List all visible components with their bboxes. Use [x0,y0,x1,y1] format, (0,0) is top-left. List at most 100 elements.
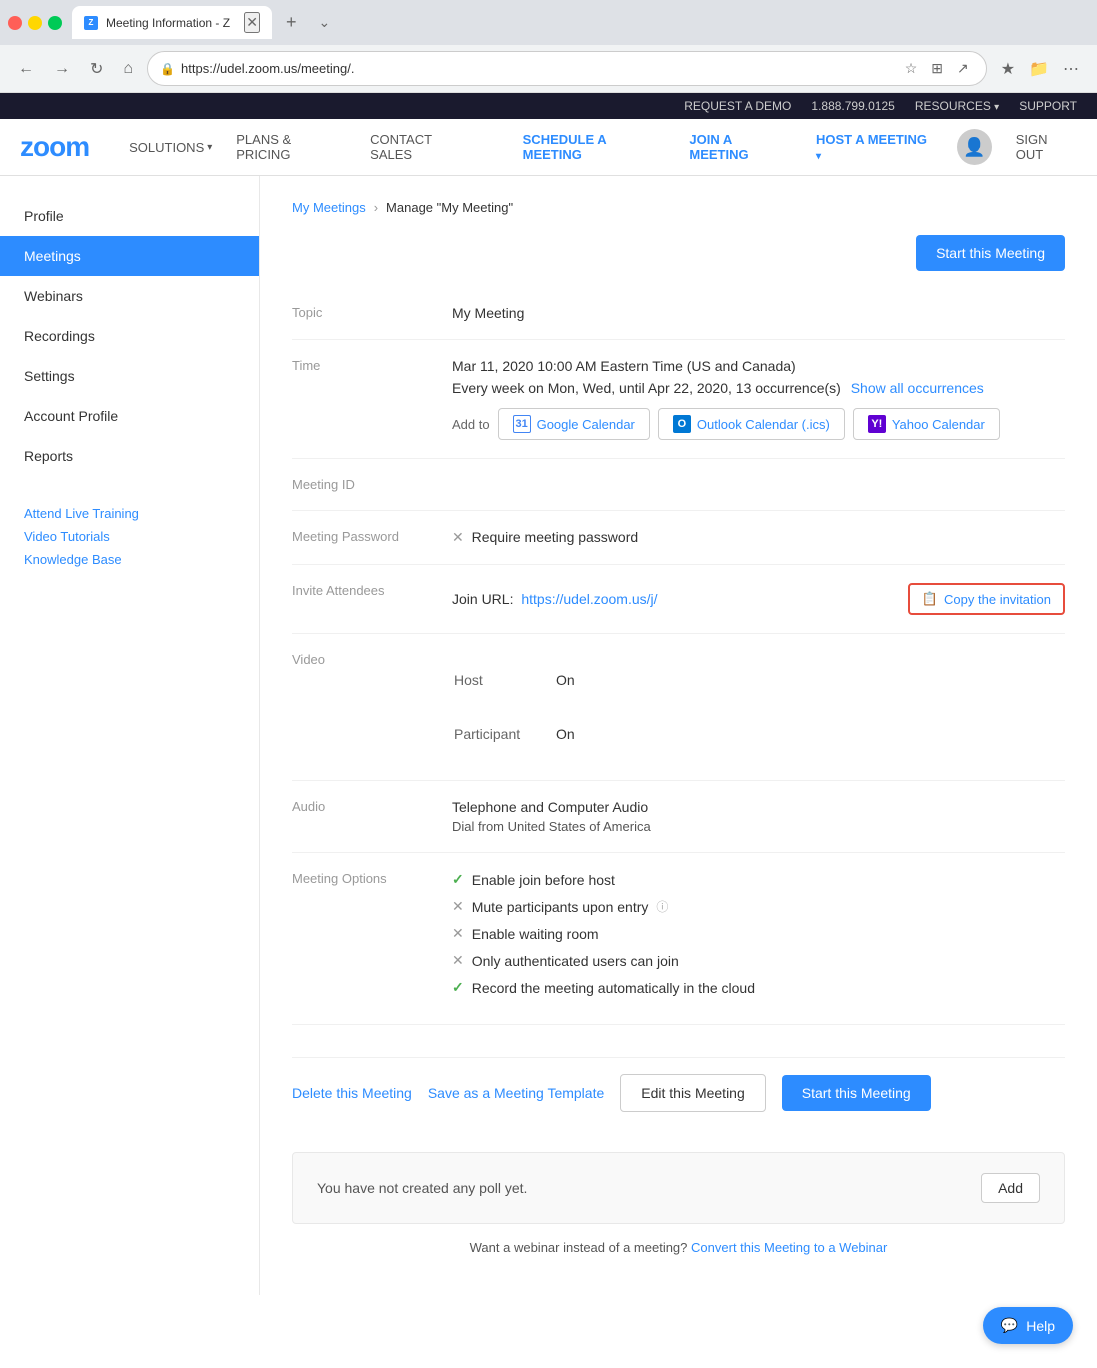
show-all-link[interactable]: Show all [851,380,904,396]
sidebar-item-account-profile[interactable]: Account Profile [0,396,259,436]
forward-button[interactable]: → [48,56,76,82]
help-icon: 💬 [1001,1317,1018,1334]
host-meeting-link[interactable]: HOST A MEETING ▾ [816,132,933,162]
dial-from-text: Dial from United States of America [452,819,1065,834]
outlook-calendar-button[interactable]: O Outlook Calendar (.ics) [658,408,845,440]
table-row-time: Time Mar 11, 2020 10:00 AM Eastern Time … [292,340,1065,459]
tab-menu-button[interactable]: ⌄ [311,10,339,35]
bottom-actions: Delete this Meeting Save as a Meeting Te… [292,1057,1065,1128]
schedule-meeting-link[interactable]: SCHEDULE A MEETING [523,132,666,162]
support-link[interactable]: SUPPORT [1019,99,1077,113]
copy-icon: 📋 [922,591,938,607]
convert-webinar-link[interactable]: Convert this Meeting to a Webinar [691,1240,887,1255]
save-template-button[interactable]: Save as a Meeting Template [428,1075,604,1111]
favorites-button[interactable]: ★ [995,55,1021,83]
reading-view-button[interactable]: ⊞ [926,57,948,80]
top-nav-main: zoom SOLUTIONS ▾ PLANS & PRICING CONTACT… [0,119,1097,175]
table-row-invite: Invite Attendees Join URL: https://udel.… [292,565,1065,634]
video-label: Video [292,634,452,781]
host-chevron-icon: ▾ [816,151,821,162]
address-bar[interactable]: 🔒 https://udel.zoom.us/meeting/. ☆ ⊞ ↗ [147,51,987,86]
breadcrumb-parent-link[interactable]: My Meetings [292,200,366,215]
more-button[interactable]: ⋯ [1057,55,1085,83]
occurrences-link[interactable]: occurrences [908,380,984,396]
poll-text: You have not created any poll yet. [317,1180,527,1196]
new-tab-button[interactable]: + [278,8,305,37]
zoom-logo[interactable]: zoom [20,131,89,163]
home-button[interactable]: ⌂ [117,56,139,82]
start-meeting-button-bottom[interactable]: Start this Meeting [782,1075,931,1111]
phone-link[interactable]: 1.888.799.0125 [811,99,894,113]
option-authenticated-users: ✕ Only authenticated users can join [452,952,1065,969]
solutions-chevron-icon: ▾ [207,142,212,153]
browser-chrome: Z Meeting Information - Z ✕ + ⌄ ← → ↻ ⌂ … [0,0,1097,93]
edit-meeting-button[interactable]: Edit this Meeting [620,1074,766,1112]
sidebar-item-meetings[interactable]: Meetings [0,236,259,276]
meeting-id-value [452,459,1065,511]
yahoo-calendar-button[interactable]: Y! Yahoo Calendar [853,408,1000,440]
share-button[interactable]: ↗ [952,57,974,80]
resources-link[interactable]: RESOURCES ▾ [915,99,999,113]
join-url-container: Join URL: https://udel.zoom.us/j/ [452,591,658,607]
sidebar-item-reports[interactable]: Reports [0,436,259,476]
poll-add-button[interactable]: Add [981,1173,1040,1203]
sidebar-item-profile[interactable]: Profile [0,196,259,236]
sign-out-link[interactable]: SIGN OUT [1016,132,1077,162]
plans-nav-link[interactable]: PLANS & PRICING [236,132,346,162]
top-nav: REQUEST A DEMO 1.888.799.0125 RESOURCES … [0,93,1097,176]
bookmark-button[interactable]: ☆ [900,57,923,80]
option-join-before-host: ✓ Enable join before host [452,871,1065,888]
solutions-nav-link[interactable]: SOLUTIONS ▾ [129,140,212,155]
url-text: https://udel.zoom.us/meeting/. [181,61,894,76]
meeting-options-label: Meeting Options [292,853,452,1025]
x-icon: ✕ [452,898,464,915]
meeting-id-label: Meeting ID [292,459,452,511]
option-waiting-room: ✕ Enable waiting room [452,925,1065,942]
join-url-link[interactable]: https://udel.zoom.us/j/ [521,591,657,607]
audio-value: Telephone and Computer Audio Dial from U… [452,781,1065,853]
back-button[interactable]: ← [12,56,40,82]
user-avatar[interactable]: 👤 [957,129,992,165]
audio-label: Audio [292,781,452,853]
table-row-topic: Topic My Meeting [292,287,1065,340]
video-table: Host On Participant On [452,652,1065,762]
resources-chevron-icon: ▾ [994,102,999,113]
content-header: Start this Meeting [292,235,1065,271]
sidebar-link-video-tutorials[interactable]: Video Tutorials [24,529,235,544]
sidebar-link-live-training[interactable]: Attend Live Training [24,506,235,521]
check-icon: ✓ [452,979,464,996]
main-layout: Profile Meetings Webinars Recordings Set… [0,176,1097,1295]
close-window-button[interactable] [8,16,22,30]
help-button[interactable]: 💬 Help [983,1307,1073,1344]
request-demo-link[interactable]: REQUEST A DEMO [684,99,791,113]
maximize-window-button[interactable] [48,16,62,30]
contact-sales-nav-link[interactable]: CONTACT SALES [370,132,474,162]
sidebar-links: Attend Live Training Video Tutorials Kno… [0,506,259,567]
copy-invitation-button[interactable]: 📋 Copy the invitation [908,583,1065,615]
time-label: Time [292,340,452,459]
sidebar-link-knowledge-base[interactable]: Knowledge Base [24,552,235,567]
favicon: Z [84,16,98,30]
delete-meeting-button[interactable]: Delete this Meeting [292,1075,412,1111]
webinar-footer: Want a webinar instead of a meeting? Con… [292,1224,1065,1271]
poll-section: You have not created any poll yet. Add [292,1152,1065,1224]
collections-button[interactable]: 📁 [1023,55,1055,83]
refresh-button[interactable]: ↻ [84,55,109,83]
info-icon[interactable]: ⓘ [656,898,668,915]
google-calendar-button[interactable]: 31 Google Calendar [498,408,650,440]
participant-video-value: On [556,708,1063,760]
join-meeting-link[interactable]: JOIN A MEETING [689,132,792,162]
start-meeting-button-top[interactable]: Start this Meeting [916,235,1065,271]
sidebar-item-webinars[interactable]: Webinars [0,276,259,316]
minimize-window-button[interactable] [28,16,42,30]
browser-tab[interactable]: Z Meeting Information - Z ✕ [72,6,272,39]
time-value: Mar 11, 2020 10:00 AM Eastern Time (US a… [452,340,1065,459]
table-row-options: Meeting Options ✓ Enable join before hos… [292,853,1065,1025]
lock-icon: 🔒 [160,62,175,76]
breadcrumb-separator: › [374,200,378,215]
sidebar-item-recordings[interactable]: Recordings [0,316,259,356]
table-row-password: Meeting Password ✕ Require meeting passw… [292,511,1065,565]
sidebar-item-settings[interactable]: Settings [0,356,259,396]
tab-close-button[interactable]: ✕ [244,12,260,33]
add-to-label: Add to [452,417,490,432]
